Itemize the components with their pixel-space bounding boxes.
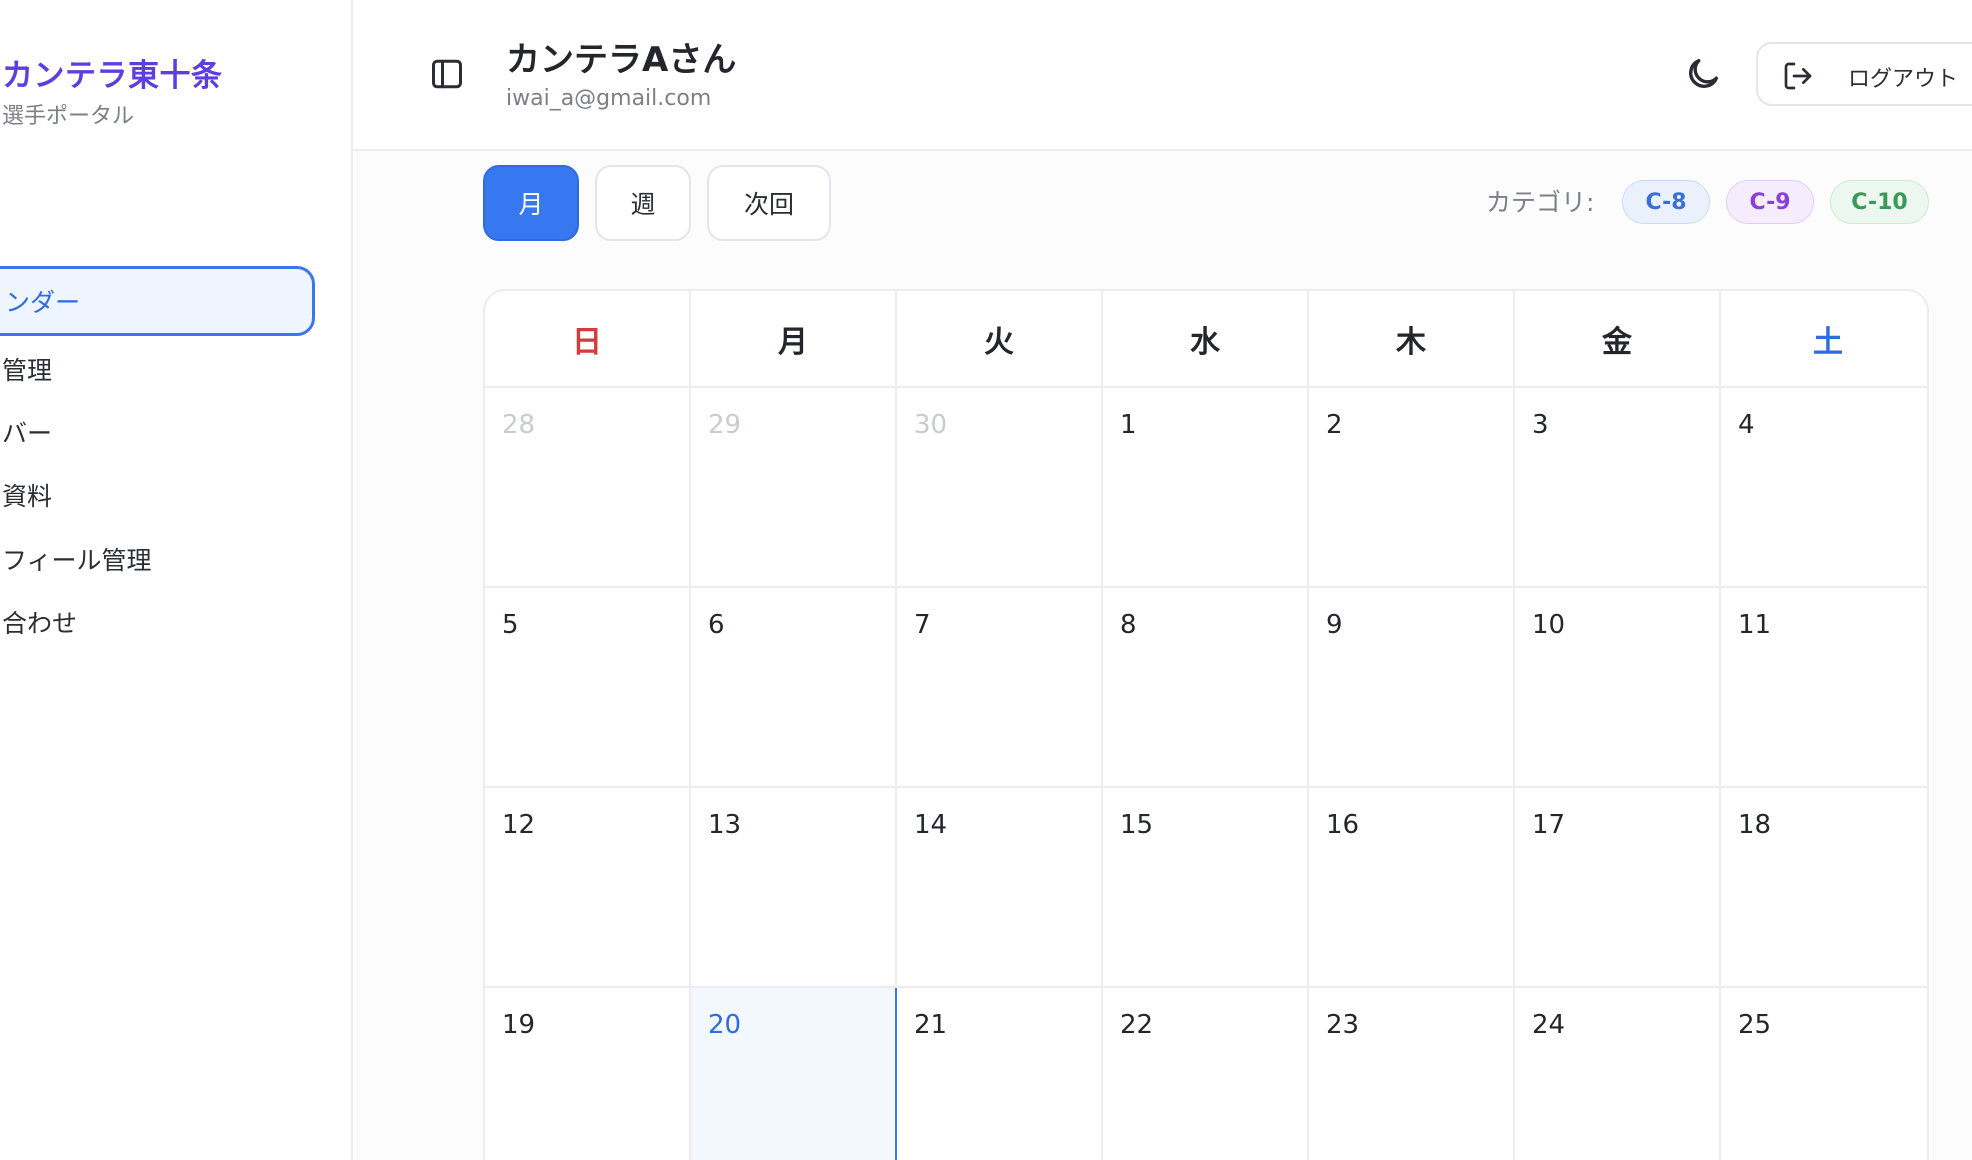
calendar-day[interactable]: 4 bbox=[1721, 388, 1927, 588]
brand-subtitle: 選手ポータル bbox=[2, 104, 135, 129]
day-number: 30 bbox=[914, 410, 948, 440]
calendar-day[interactable]: 5 bbox=[485, 588, 691, 788]
day-number: 13 bbox=[708, 810, 742, 840]
calendar-day[interactable]: 15 bbox=[1103, 788, 1309, 988]
weekday-header: 月 bbox=[691, 291, 897, 388]
calendar-day[interactable]: 30 bbox=[897, 388, 1103, 588]
log-out-icon bbox=[1782, 60, 1814, 92]
day-number: 9 bbox=[1326, 610, 1343, 640]
weekday-header: 水 bbox=[1103, 291, 1309, 388]
day-number: 2 bbox=[1326, 410, 1343, 440]
calendar-day[interactable]: 24 bbox=[1515, 988, 1721, 1160]
day-number: 25 bbox=[1738, 1010, 1772, 1040]
weekday-header: 金 bbox=[1515, 291, 1721, 388]
day-number: 17 bbox=[1532, 810, 1566, 840]
day-number: 7 bbox=[914, 610, 931, 640]
user-name: カンテラAさん bbox=[506, 40, 737, 80]
calendar-day[interactable]: 12 bbox=[485, 788, 691, 988]
day-number: 6 bbox=[708, 610, 725, 640]
day-number: 16 bbox=[1326, 810, 1360, 840]
calendar-day[interactable]: 21 bbox=[897, 988, 1103, 1160]
calendar-day[interactable]: 3 bbox=[1515, 388, 1721, 588]
weekday-header: 木 bbox=[1309, 291, 1515, 388]
sidebar-item-members[interactable]: バー bbox=[0, 397, 315, 467]
logout-label: ログアウト bbox=[1848, 67, 1959, 92]
calendar-day[interactable]: 10 bbox=[1515, 588, 1721, 788]
sidebar-item-calendar[interactable]: ンダー bbox=[0, 266, 315, 336]
moon-icon[interactable] bbox=[1683, 54, 1723, 94]
day-number: 14 bbox=[914, 810, 948, 840]
brand-title: カンテラ東十条 bbox=[2, 58, 223, 94]
day-number: 20 bbox=[708, 1010, 742, 1040]
day-number: 22 bbox=[1120, 1010, 1154, 1040]
day-number: 21 bbox=[914, 1010, 948, 1040]
day-number: 12 bbox=[502, 810, 536, 840]
calendar-day[interactable]: 29 bbox=[691, 388, 897, 588]
month-calendar: 日月火水木金土 28 29 30 1 2 3 4 5 6 7 8 9 10 11 12 13 14 15 16 17 18… bbox=[483, 289, 1929, 1160]
calendar-day[interactable]: 28 bbox=[485, 388, 691, 588]
day-number: 19 bbox=[502, 1010, 536, 1040]
weekday-header: 火 bbox=[897, 291, 1103, 388]
calendar-day-today[interactable]: 20 bbox=[691, 988, 897, 1160]
day-number: 23 bbox=[1326, 1010, 1360, 1040]
category-chip-c9[interactable]: C-9 bbox=[1726, 180, 1814, 224]
logout-button[interactable]: ログアウト bbox=[1756, 42, 1972, 106]
sidebar-item-materials[interactable]: 資料 bbox=[0, 460, 315, 530]
view-month-button[interactable]: 月 bbox=[483, 165, 579, 241]
day-number: 3 bbox=[1532, 410, 1549, 440]
calendar-day[interactable]: 7 bbox=[897, 588, 1103, 788]
day-number: 28 bbox=[502, 410, 536, 440]
calendar-day[interactable]: 19 bbox=[485, 988, 691, 1160]
category-chip-c8[interactable]: C-8 bbox=[1622, 180, 1710, 224]
category-label: カテゴリ: bbox=[1486, 188, 1595, 217]
day-number: 29 bbox=[708, 410, 742, 440]
calendar-day[interactable]: 17 bbox=[1515, 788, 1721, 988]
calendar-day[interactable]: 9 bbox=[1309, 588, 1515, 788]
calendar-day[interactable]: 13 bbox=[691, 788, 897, 988]
day-number: 18 bbox=[1738, 810, 1772, 840]
user-email: iwai_a@gmail.com bbox=[506, 86, 712, 111]
day-number: 10 bbox=[1532, 610, 1566, 640]
calendar-day[interactable]: 14 bbox=[897, 788, 1103, 988]
weekday-header: 土 bbox=[1721, 291, 1927, 388]
top-header: カンテラAさん iwai_a@gmail.com ログアウト bbox=[353, 0, 1972, 151]
view-next-button[interactable]: 次回 bbox=[707, 165, 831, 241]
day-number: 8 bbox=[1120, 610, 1137, 640]
main-content: 月 週 次回 カテゴリ: C-8 C-9 C-10 日月火水木金土 28 29 30 1… bbox=[353, 151, 1972, 1160]
calendar-day[interactable]: 1 bbox=[1103, 388, 1309, 588]
calendar-day[interactable]: 2 bbox=[1309, 388, 1515, 588]
view-week-button[interactable]: 週 bbox=[595, 165, 691, 241]
sidebar: カンテラ東十条 選手ポータル ンダー 管理 バー 資料 フィール管理 合わせ bbox=[0, 0, 353, 1160]
calendar-day[interactable]: 22 bbox=[1103, 988, 1309, 1160]
category-chip-c10[interactable]: C-10 bbox=[1830, 180, 1929, 224]
day-number: 4 bbox=[1738, 410, 1755, 440]
calendar-day[interactable]: 25 bbox=[1721, 988, 1927, 1160]
day-number: 11 bbox=[1738, 610, 1772, 640]
day-number: 15 bbox=[1120, 810, 1154, 840]
weekday-header: 日 bbox=[485, 291, 691, 388]
calendar-day[interactable]: 8 bbox=[1103, 588, 1309, 788]
day-number: 1 bbox=[1120, 410, 1137, 440]
app-root: カンテラ東十条 選手ポータル ンダー 管理 バー 資料 フィール管理 合わせ カ… bbox=[0, 0, 1972, 1160]
calendar-day[interactable]: 16 bbox=[1309, 788, 1515, 988]
sidebar-item-contact[interactable]: 合わせ bbox=[0, 587, 315, 657]
day-number: 24 bbox=[1532, 1010, 1566, 1040]
calendar-day[interactable]: 18 bbox=[1721, 788, 1927, 988]
panel-left-icon[interactable] bbox=[429, 56, 465, 92]
day-number: 5 bbox=[502, 610, 519, 640]
calendar-day[interactable]: 11 bbox=[1721, 588, 1927, 788]
calendar-day[interactable]: 23 bbox=[1309, 988, 1515, 1160]
sidebar-item-management[interactable]: 管理 bbox=[0, 334, 315, 404]
calendar-day[interactable]: 6 bbox=[691, 588, 897, 788]
sidebar-item-profile[interactable]: フィール管理 bbox=[0, 524, 315, 594]
